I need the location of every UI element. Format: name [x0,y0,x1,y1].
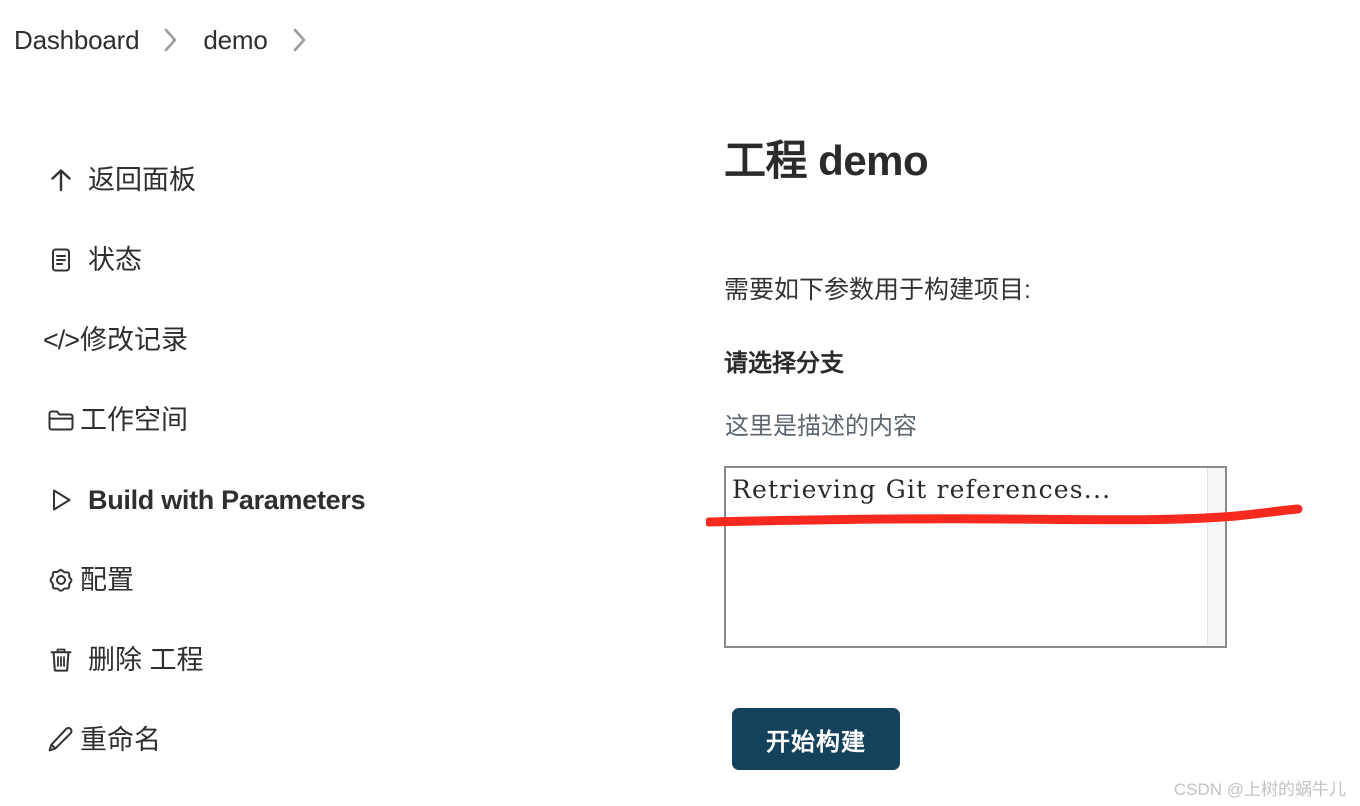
sidebar-item-configure[interactable]: 配置 [0,540,620,620]
sidebar-item-build-with-parameters[interactable]: Build with Parameters [0,460,620,540]
play-triangle-icon [44,483,78,517]
breadcrumb-item-dashboard[interactable]: Dashboard [14,25,140,56]
chevron-right-icon-2 [292,27,308,53]
branch-select-listbox[interactable]: Retrieving Git references... [724,466,1227,648]
pencil-icon [44,723,78,757]
document-lines-icon [44,243,78,277]
page-title: 工程 demo [724,137,929,184]
project-sidebar: 返回面板 状态 </> 修改记录 工作空间 Build with Paramet… [0,140,620,780]
sidebar-item-rename[interactable]: 重命名 [0,700,620,780]
code-icon: </> [42,324,80,355]
start-build-button[interactable]: 开始构建 [732,708,900,770]
breadcrumb-item-demo[interactable]: demo [203,25,267,56]
sidebar-item-label: 修改记录 [80,324,188,355]
sidebar-item-label: Build with Parameters [88,484,366,515]
watermark: CSDN @上树的蜗牛儿 [1173,780,1346,799]
sidebar-item-back-to-dashboard[interactable]: 返回面板 [0,140,620,220]
chevron-right-icon [163,27,179,53]
breadcrumb: Dashboard demo [14,22,332,58]
gear-icon [44,563,78,597]
sidebar-item-status[interactable]: 状态 [0,220,620,300]
sidebar-item-label: 删除 工程 [88,644,204,675]
sidebar-item-label: 返回面板 [88,164,196,195]
sidebar-item-label: 工作空间 [80,404,188,435]
parameter-label: 请选择分支 [724,350,844,377]
listbox-scrollbar[interactable] [1207,468,1225,646]
arrow-up-icon [44,163,78,197]
parameters-intro-text: 需要如下参数用于构建项目: [724,276,1031,304]
folder-icon [44,403,78,437]
sidebar-item-label: 配置 [80,564,134,595]
list-item[interactable]: Retrieving Git references... [732,474,1225,507]
parameter-description: 这里是描述的内容 [725,413,917,440]
sidebar-item-workspace[interactable]: 工作空间 [0,380,620,460]
trash-icon [44,643,78,677]
sidebar-item-label: 状态 [88,244,142,275]
sidebar-item-delete-project[interactable]: 删除 工程 [0,620,620,700]
sidebar-item-changes[interactable]: </> 修改记录 [0,300,620,380]
listbox-options: Retrieving Git references... [726,468,1225,646]
sidebar-item-label: 重命名 [80,724,161,755]
main-content: 工程 demo 需要如下参数用于构建项目: 请选择分支 这里是描述的内容 Ret… [724,137,1324,770]
